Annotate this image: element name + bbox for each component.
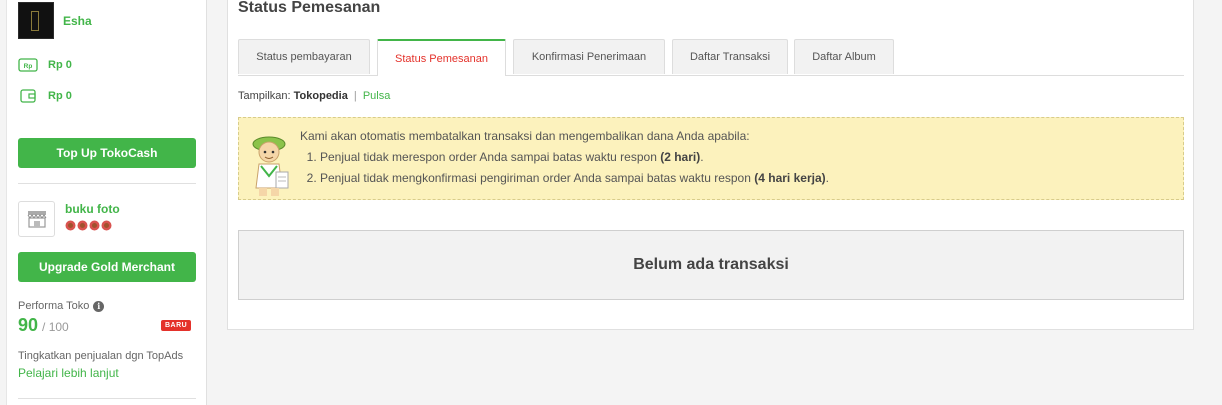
order-status-panel: Status Pemesanan Status pembayaran Statu… [227,0,1194,330]
tab-bar: Status pembayaran Status Pemesanan Konfi… [238,39,1184,76]
topup-tokocash-button[interactable]: Top Up TokoCash [18,138,196,168]
reputation-badge-icon [65,220,76,234]
page-title: Status Pemesanan [238,0,381,16]
notice-text: Kami akan otomatis membatalkan transaksi… [300,126,829,189]
divider [18,398,196,399]
empty-state-message: Belum ada transaksi [633,256,789,273]
avatar[interactable] [18,2,54,39]
notice-item: Penjual tidak merespon order Anda sampai… [320,147,829,168]
filter-option-tokopedia[interactable]: Tokopedia [294,90,348,102]
reputation-badge-icon [89,220,100,234]
wallet-value: Rp 0 [48,89,72,102]
upgrade-gold-merchant-button[interactable]: Upgrade Gold Merchant [18,252,196,282]
user-profile[interactable]: Esha [18,2,92,39]
mascot-icon [249,132,291,198]
info-icon[interactable]: i [93,300,105,312]
sidebar: Esha Rp Rp 0 Rp 0 Top Up TokoCash buku f… [6,0,207,405]
wallet-icon [18,88,38,103]
new-badge: BARU [161,320,192,331]
tokocash-icon: Rp [18,57,38,72]
tab-album-list[interactable]: Daftar Album [794,39,894,74]
topads-promo-text: Tingkatkan penjualan dgn TopAds [18,350,184,362]
tab-payment-status[interactable]: Status pembayaran [238,39,370,74]
notice-item: Penjual tidak mengkonfirmasi pengiriman … [320,168,829,189]
performance-score: 90 / 100 [18,315,69,336]
tab-order-status[interactable]: Status Pemesanan [377,39,506,76]
filter-option-pulsa[interactable]: Pulsa [363,90,391,102]
shop-icon[interactable] [18,201,55,237]
wallet-balance[interactable]: Rp 0 [18,88,72,103]
tokocash-value: Rp 0 [48,58,72,71]
cancellation-notice: Kami akan otomatis membatalkan transaksi… [238,117,1184,200]
display-filter: Tampilkan: Tokopedia | Pulsa [238,90,390,102]
performance-score-max: / 100 [42,320,69,334]
notice-list: Penjual tidak merespon order Anda sampai… [320,147,829,189]
divider [18,183,196,184]
filter-label: Tampilkan: [238,90,291,102]
shop-reputation-badges [65,220,120,234]
empty-state: Belum ada transaksi [238,230,1184,300]
user-name[interactable]: Esha [63,14,92,28]
tokocash-balance[interactable]: Rp Rp 0 [18,57,72,72]
reputation-badge-icon [77,220,88,234]
performance-label-text: Performa Toko [18,300,90,312]
reputation-badge-icon [101,220,112,234]
filter-separator: | [353,90,357,102]
svg-text:Rp: Rp [24,63,33,70]
shop-name[interactable]: buku foto [65,202,120,216]
performance-label: Performa Toko i [18,300,105,312]
learn-more-link[interactable]: Pelajari lebih lanjut [18,366,119,380]
tab-transaction-list[interactable]: Daftar Transaksi [672,39,788,74]
tab-receipt-confirmation[interactable]: Konfirmasi Penerimaan [513,39,665,74]
shop-info[interactable]: buku foto [18,201,120,237]
performance-score-value: 90 [18,315,39,335]
notice-intro: Kami akan otomatis membatalkan transaksi… [300,129,750,143]
